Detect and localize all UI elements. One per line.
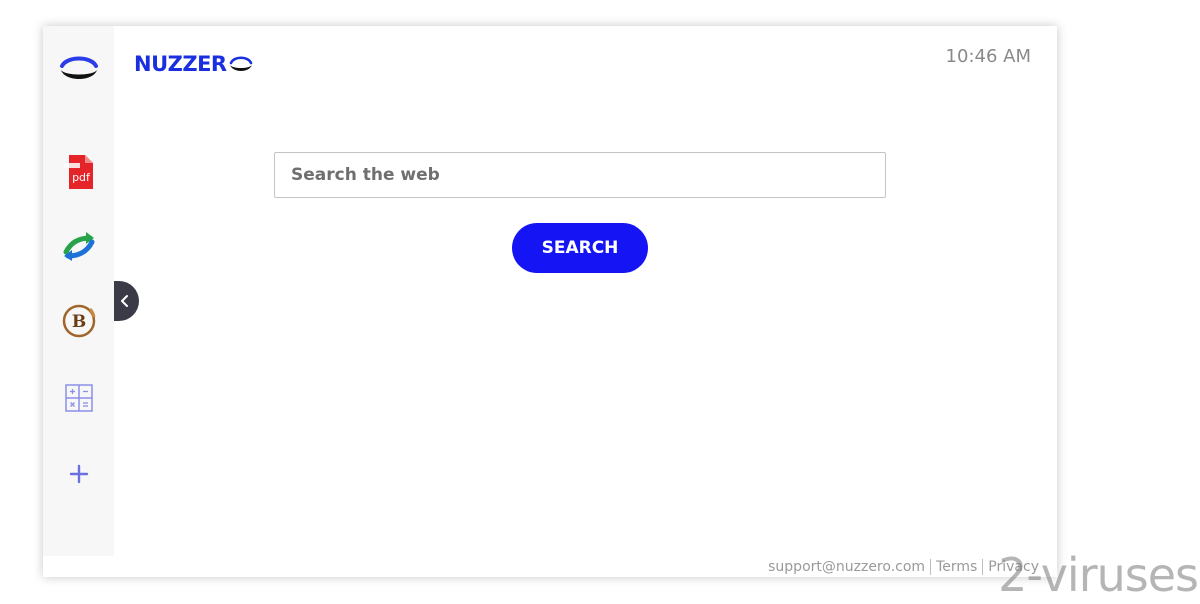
sidebar: pdf B (43, 26, 114, 556)
sidebar-logo[interactable] (59, 48, 99, 88)
support-email-link[interactable]: support@nuzzero.com (768, 559, 925, 575)
sidebar-item-pdf[interactable]: pdf (59, 152, 99, 192)
clock: 10:46 AM (945, 46, 1031, 67)
plus-icon (69, 464, 89, 484)
search-input[interactable] (274, 152, 886, 198)
sidebar-item-bitcoin[interactable]: B (59, 301, 99, 341)
chevron-left-icon (121, 295, 128, 307)
pdf-icon: pdf (64, 155, 93, 189)
brand-logo[interactable]: NUZZER (134, 51, 253, 77)
search-button[interactable]: SEARCH (512, 223, 648, 273)
calculator-icon (65, 384, 93, 412)
brand-logo-icon (60, 56, 98, 79)
converter-arrows-icon (63, 232, 95, 261)
pdf-icon-label: pdf (72, 171, 91, 184)
sidebar-collapse-toggle[interactable] (114, 281, 139, 321)
footer-divider (982, 558, 984, 575)
sidebar-item-converter[interactable] (59, 226, 99, 266)
bitcoin-icon: B (62, 304, 96, 338)
terms-link[interactable]: Terms (936, 559, 977, 575)
watermark: 2-viruses (998, 548, 1199, 602)
sidebar-item-calculator[interactable] (59, 378, 99, 418)
brand-o-icon (229, 56, 252, 71)
newtab-page: pdf B NUZZER 10:46 AM Search the web SEA… (43, 26, 1057, 577)
bitcoin-icon-label: B (72, 312, 86, 332)
footer-divider (930, 558, 932, 575)
sidebar-add-button[interactable] (59, 454, 99, 494)
brand-name: NUZZER (134, 52, 227, 76)
